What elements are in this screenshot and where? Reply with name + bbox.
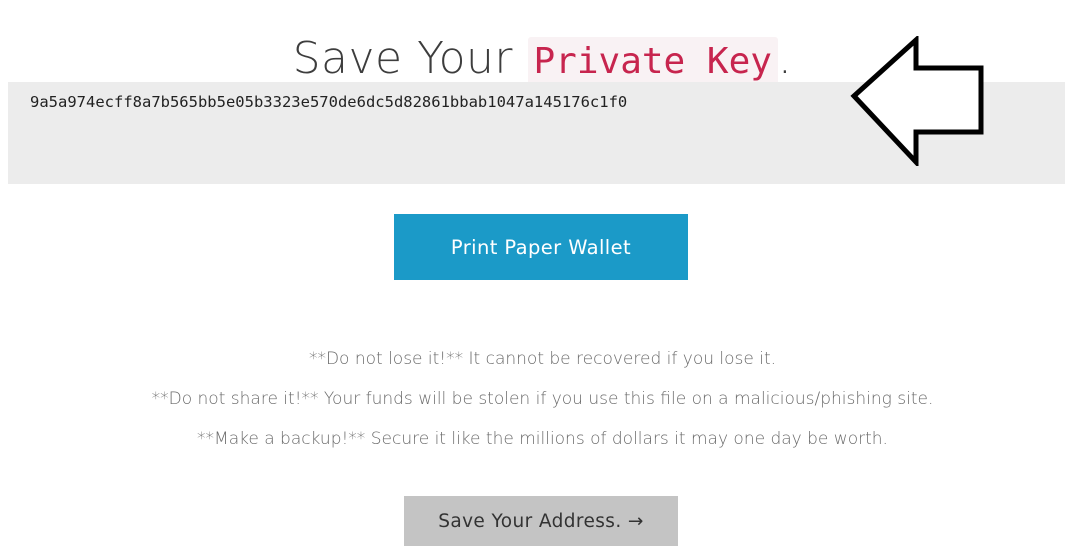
warning-do-not-lose: **Do not lose it!** It cannot be recover… [308, 349, 777, 369]
print-paper-wallet-button[interactable]: Print Paper Wallet [394, 214, 688, 280]
warning-do-not-share: **Do not share it!** Your funds will be … [151, 389, 934, 409]
warning-notes: **Do not lose it!** It cannot be recover… [0, 345, 1065, 465]
page-title-prefix: Save Your [292, 33, 513, 85]
save-address-button[interactable]: Save Your Address. → [404, 496, 678, 546]
left-arrow-outline-icon [850, 36, 984, 166]
page-title-suffix: . [777, 33, 793, 85]
private-key-value[interactable]: 9a5a974ecff8a7b565bb5e05b3323e570de6dc5d… [30, 93, 627, 111]
warning-make-backup: **Make a backup!** Secure it like the mi… [197, 429, 888, 449]
